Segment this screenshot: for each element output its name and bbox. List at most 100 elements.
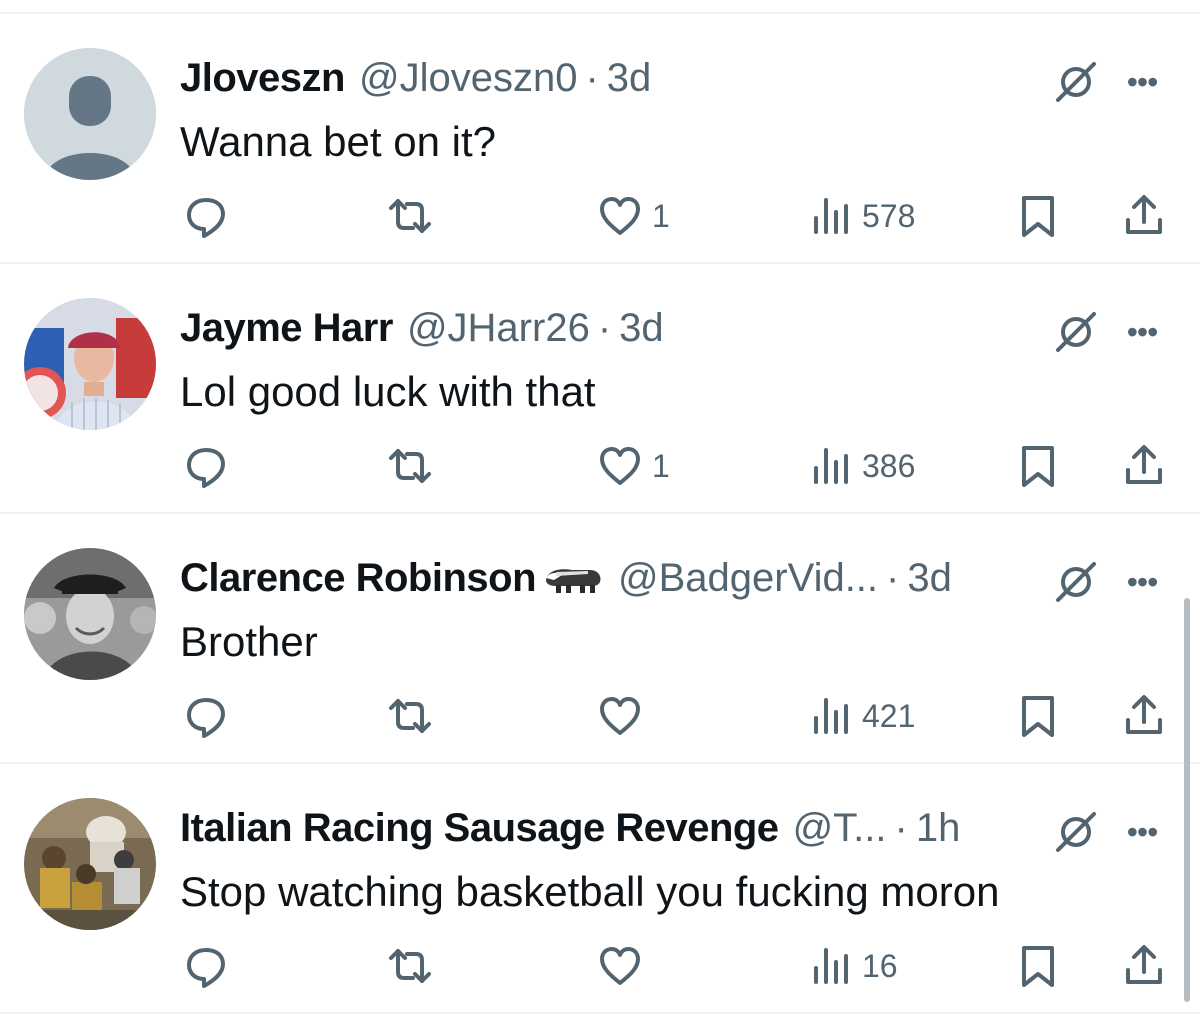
views-icon — [814, 948, 848, 984]
like-count: 1 — [652, 197, 670, 234]
action-bar: 16 — [0, 938, 1200, 994]
profile-photo-icon — [24, 548, 156, 680]
like-button[interactable]: 1 — [596, 188, 670, 244]
bookmark-button[interactable] — [1014, 938, 1062, 994]
bookmark-button[interactable] — [1014, 438, 1062, 494]
retweet-icon — [389, 199, 431, 233]
retweet-button[interactable] — [386, 938, 434, 994]
views-icon — [814, 198, 848, 234]
reply-icon — [187, 948, 225, 988]
timestamp[interactable]: 3d — [907, 556, 952, 601]
avatar[interactable] — [24, 548, 156, 680]
profile-photo-icon — [24, 298, 156, 430]
views-button[interactable]: 421 — [808, 688, 915, 744]
reply-icon — [187, 448, 225, 488]
retweet-icon — [389, 449, 431, 483]
view-count: 578 — [862, 197, 916, 234]
display-name[interactable]: Italian Racing Sausage Revenge — [180, 806, 779, 851]
reply-tweet[interactable]: Clarence Robinson @BadgerVid... · 3d •••… — [0, 514, 1200, 764]
avatar[interactable] — [24, 298, 156, 430]
timestamp[interactable]: 3d — [619, 306, 664, 351]
grok-icon[interactable] — [1052, 308, 1100, 356]
retweet-button[interactable] — [386, 188, 434, 244]
retweet-button[interactable] — [386, 688, 434, 744]
reply-button[interactable] — [182, 688, 230, 744]
reply-button[interactable] — [182, 188, 230, 244]
more-options-icon[interactable]: ••• — [1114, 814, 1170, 850]
user-handle[interactable]: @Jloveszn0 — [359, 56, 577, 101]
reply-tweet[interactable]: Jloveszn @Jloveszn0 · 3d ••• Wanna bet o… — [0, 14, 1200, 264]
scrollbar[interactable] — [1184, 598, 1190, 1002]
more-options-icon[interactable]: ••• — [1114, 564, 1170, 600]
timestamp[interactable]: 1h — [916, 806, 961, 851]
view-count: 386 — [862, 447, 916, 484]
bookmark-button[interactable] — [1014, 188, 1062, 244]
bookmark-button[interactable] — [1014, 688, 1062, 744]
share-icon — [1126, 445, 1162, 484]
share-icon — [1126, 195, 1162, 234]
reply-icon — [187, 698, 225, 738]
tweet-header: Italian Racing Sausage Revenge @T... · 1… — [180, 798, 1010, 858]
action-bar: 421 — [0, 688, 1200, 744]
share-icon — [1126, 695, 1162, 734]
views-button[interactable]: 16 — [808, 938, 898, 994]
more-options-icon[interactable]: ••• — [1114, 64, 1170, 100]
tweet-text: Stop watching basketball you fucking mor… — [180, 868, 1000, 915]
user-handle[interactable]: @JHarr26 — [407, 306, 590, 351]
reply-button[interactable] — [182, 938, 230, 994]
retweet-icon — [389, 949, 431, 983]
heart-icon — [600, 697, 640, 735]
separator-dot: · — [597, 305, 612, 350]
avatar[interactable] — [24, 48, 156, 180]
views-icon — [814, 448, 848, 484]
tweet-text: Brother — [180, 618, 318, 665]
top-divider — [0, 0, 1200, 14]
bookmark-icon — [1022, 696, 1054, 737]
bookmark-icon — [1022, 946, 1054, 987]
tweet-text: Lol good luck with that — [180, 368, 596, 415]
view-count: 421 — [862, 697, 916, 734]
tweet-header: Jayme Harr @JHarr26 · 3d — [180, 298, 1010, 358]
display-name[interactable]: Jloveszn — [180, 56, 345, 101]
reply-tweet[interactable]: Jayme Harr @JHarr26 · 3d ••• Lol good lu… — [0, 264, 1200, 514]
separator-dot: · — [585, 55, 599, 100]
like-button[interactable] — [596, 938, 652, 994]
tweet-text: Wanna bet on it? — [180, 118, 496, 165]
grok-icon[interactable] — [1052, 808, 1100, 856]
display-name[interactable]: Jayme Harr — [180, 306, 393, 351]
retweet-icon — [389, 699, 431, 733]
separator-dot: · — [894, 805, 908, 850]
grok-icon[interactable] — [1052, 558, 1100, 606]
heart-icon — [600, 447, 640, 485]
bookmark-icon — [1022, 196, 1054, 237]
reply-tweet[interactable]: Italian Racing Sausage Revenge @T... · 1… — [0, 764, 1200, 1014]
view-count: 16 — [862, 947, 898, 984]
reply-button[interactable] — [182, 438, 230, 494]
display-name[interactable]: Clarence Robinson — [180, 556, 537, 601]
avatar[interactable] — [24, 798, 156, 930]
bookmark-icon — [1022, 446, 1054, 487]
action-bar: 1 386 — [0, 438, 1200, 494]
tweet-header: Jloveszn @Jloveszn0 · 3d — [180, 48, 1010, 108]
heart-icon — [600, 947, 640, 985]
user-handle[interactable]: @T... — [793, 806, 887, 851]
tweet-header: Clarence Robinson @BadgerVid... · 3d — [180, 548, 1010, 608]
retweet-button[interactable] — [386, 438, 434, 494]
badger-emoji-icon — [542, 561, 604, 595]
timestamp[interactable]: 3d — [607, 56, 652, 101]
share-button[interactable] — [1120, 188, 1168, 244]
separator-dot: · — [886, 555, 900, 600]
share-button[interactable] — [1120, 438, 1168, 494]
more-options-icon[interactable]: ••• — [1114, 314, 1170, 350]
like-button[interactable] — [596, 688, 652, 744]
heart-icon — [600, 197, 640, 235]
like-button[interactable]: 1 — [596, 438, 670, 494]
views-button[interactable]: 578 — [808, 188, 915, 244]
share-button[interactable] — [1120, 688, 1168, 744]
views-button[interactable]: 386 — [808, 438, 915, 494]
user-handle[interactable]: @BadgerVid... — [618, 556, 878, 601]
share-button[interactable] — [1120, 938, 1168, 994]
share-icon — [1126, 945, 1162, 984]
grok-icon[interactable] — [1052, 58, 1100, 106]
reply-icon — [187, 198, 225, 238]
